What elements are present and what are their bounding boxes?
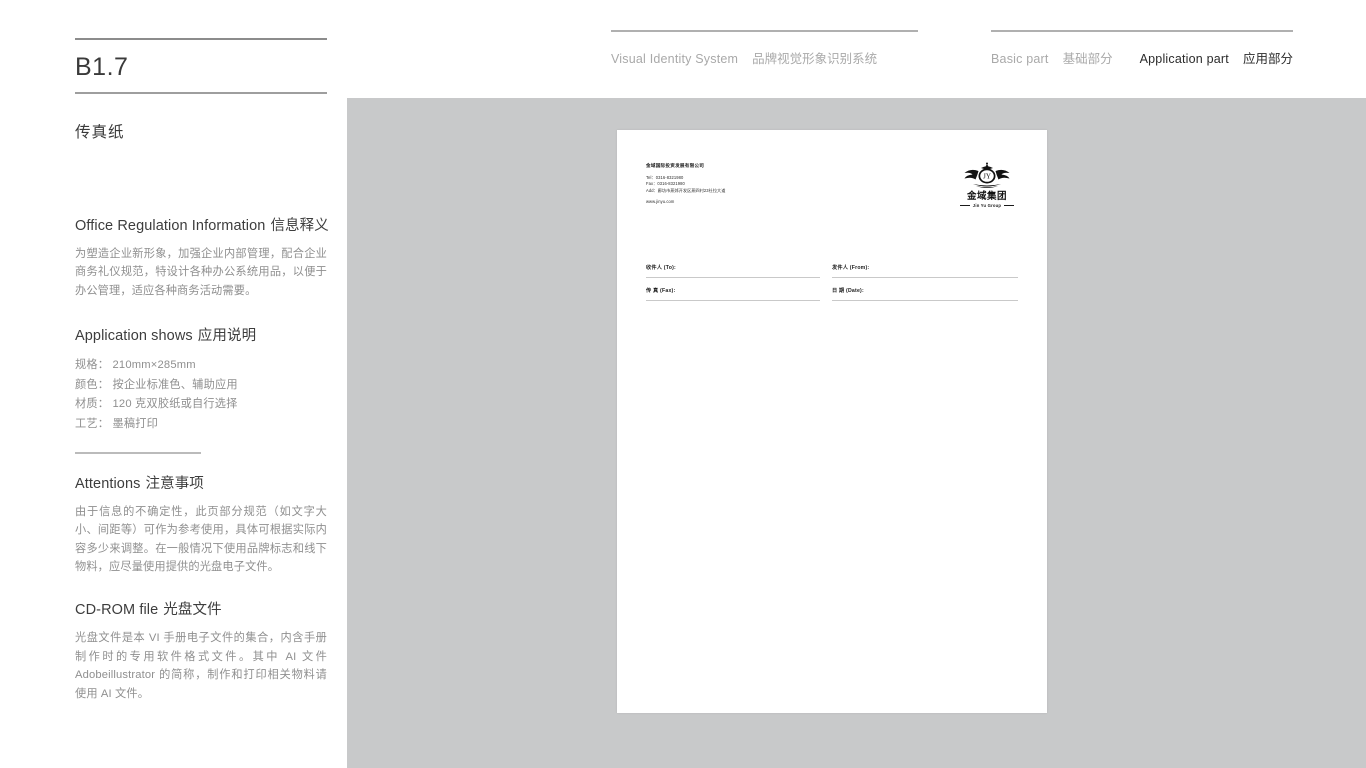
company-name: 金域国际投资发展有限公司	[646, 163, 705, 168]
fax-form: 收件人 (To): 发件人 (From): 传 真 (Fax): 日 期 (Da…	[646, 264, 1018, 301]
section-heading-en: Application shows	[75, 328, 193, 345]
svg-text:JY: JY	[983, 173, 991, 181]
section-heading-cn: 信息释义	[270, 217, 329, 234]
spec-list: 规格： 210mm×285mm 颜色： 按企业标准色、辅助应用 材质： 120 …	[75, 356, 327, 434]
section-heading-en: CD-ROM file	[75, 602, 159, 619]
form-input-line-from[interactable]	[832, 277, 1018, 278]
section-heading: CD-ROM file 光盘文件	[75, 598, 327, 619]
form-input-line-date[interactable]	[832, 300, 1018, 301]
form-input-line-to[interactable]	[646, 277, 820, 278]
logo-text-en: Jin Yu Group	[972, 203, 1002, 208]
nav-application-part-en: Application part	[1139, 52, 1229, 66]
form-label-date: 日 期 (Date):	[832, 288, 864, 294]
company-info-block: 金域国际投资发展有限公司 Tel：0316-8321980 Fax：0316-8…	[646, 160, 725, 204]
form-row-recipient: 收件人 (To): 发件人 (From):	[646, 264, 1018, 278]
spec-item-size: 规格： 210mm×285mm	[75, 359, 196, 372]
nav-basic-part-cn: 基础部分	[1062, 52, 1113, 66]
logo-flourish-left	[959, 205, 970, 206]
section-heading-en: Office Regulation Information	[75, 217, 266, 234]
nav-item-basic-part[interactable]: Basic part 基础部分	[991, 48, 1113, 67]
form-label-to: 收件人 (To):	[646, 265, 676, 271]
section-heading: Application shows 应用说明	[75, 324, 327, 345]
nav-visual-identity-en[interactable]: Visual Identity System	[611, 52, 738, 66]
section-body: 为塑造企业新形象，加强企业内部管理，配合企业商务礼仪规范，特设计各种办公系统用品…	[75, 247, 327, 297]
contact-website: www.jinyu.com	[646, 198, 675, 204]
page-code: B1.7	[75, 53, 129, 81]
page-title: 传真纸	[75, 123, 125, 141]
section-application-shows: Application shows 应用说明 规格： 210mm×285mm 颜色…	[75, 324, 327, 454]
section-heading: Office Regulation Information 信息释义	[75, 214, 329, 235]
spec-item-color: 颜色： 按企业标准色、辅助应用	[75, 378, 238, 391]
fax-sheet-mockup: 金域国际投资发展有限公司 Tel：0316-8321980 Fax：0316-8…	[617, 130, 1047, 713]
section-attentions: Attentions 注意事项 由于信息的不确定性，此页部分规范（如文字大小、间距…	[75, 472, 327, 577]
showcase-panel: 金域国际投资发展有限公司 Tel：0316-8321980 Fax：0316-8…	[347, 98, 1366, 768]
section-heading: Attentions 注意事项	[75, 472, 327, 493]
sidebar-under-rule	[75, 92, 327, 94]
form-field-date[interactable]: 日 期 (Date):	[832, 287, 1018, 301]
section-heading-cn: 注意事项	[145, 475, 204, 492]
spec-item-process: 工艺： 墨稿打印	[75, 418, 159, 431]
nav-application-part-cn: 应用部分	[1242, 52, 1293, 66]
nav-group-parts: Basic part 基础部分 Application part 应用部分	[991, 30, 1293, 67]
section-heading-cn: 应用说明	[197, 328, 257, 345]
nav-item-application-part[interactable]: Application part 应用部分	[1140, 48, 1293, 67]
spec-item-material: 材质： 120 克双胶纸或自行选择	[75, 398, 238, 411]
logo-flourish-right	[1004, 205, 1015, 206]
contact-address: Add：廊坊市燕郊开发区燕四村23社拉大道	[646, 187, 726, 193]
section-heading-en: Attentions	[75, 475, 141, 492]
crest-emblem-icon: JY	[964, 162, 1010, 188]
form-field-fax[interactable]: 传 真 (Fax):	[646, 287, 832, 301]
nav-basic-part-en: Basic part	[991, 52, 1049, 66]
nav-rule	[611, 30, 918, 32]
section-body: 光盘文件是本 VI 手册电子文件的集合，内含手册制作时的专用软件格式文件。其中 …	[75, 632, 327, 700]
company-logo: JY 金域集团 Jin Yu Group	[956, 162, 1018, 208]
section-cdrom-file: CD-ROM file 光盘文件 光盘文件是本 VI 手册电子文件的集合，内含手册…	[75, 598, 327, 703]
company-contact-lines: Tel：0316-8321980 Fax：0316-8321980 Add：廊坊…	[646, 175, 725, 194]
section-office-regulation: Office Regulation Information 信息释义 为塑造企业新…	[75, 214, 329, 301]
sidebar: B1.7 传真纸 Office Regulation Information 信息…	[75, 0, 329, 703]
form-field-to[interactable]: 收件人 (To):	[646, 264, 832, 278]
form-field-from[interactable]: 发件人 (From):	[832, 264, 1018, 278]
section-heading-cn: 光盘文件	[163, 602, 222, 619]
nav-rule	[991, 30, 1293, 32]
form-label-fax: 传 真 (Fax):	[646, 288, 676, 294]
section-body: 由于信息的不确定性，此页部分规范（如文字大小、间距等）可作为参考使用，具体可根据…	[75, 505, 327, 574]
nav-visual-identity-cn[interactable]: 品牌视觉形象识别系统	[752, 48, 877, 67]
form-label-from: 发件人 (From):	[832, 265, 870, 271]
sidebar-divider	[75, 451, 201, 454]
form-row-fax-date: 传 真 (Fax): 日 期 (Date):	[646, 287, 1018, 301]
sidebar-top-rule	[75, 38, 327, 40]
nav-group-visual-identity: Visual Identity System 品牌视觉形象识别系统	[611, 30, 918, 67]
form-input-line-fax[interactable]	[646, 300, 820, 301]
logo-text-cn: 金域集团	[966, 191, 1007, 202]
